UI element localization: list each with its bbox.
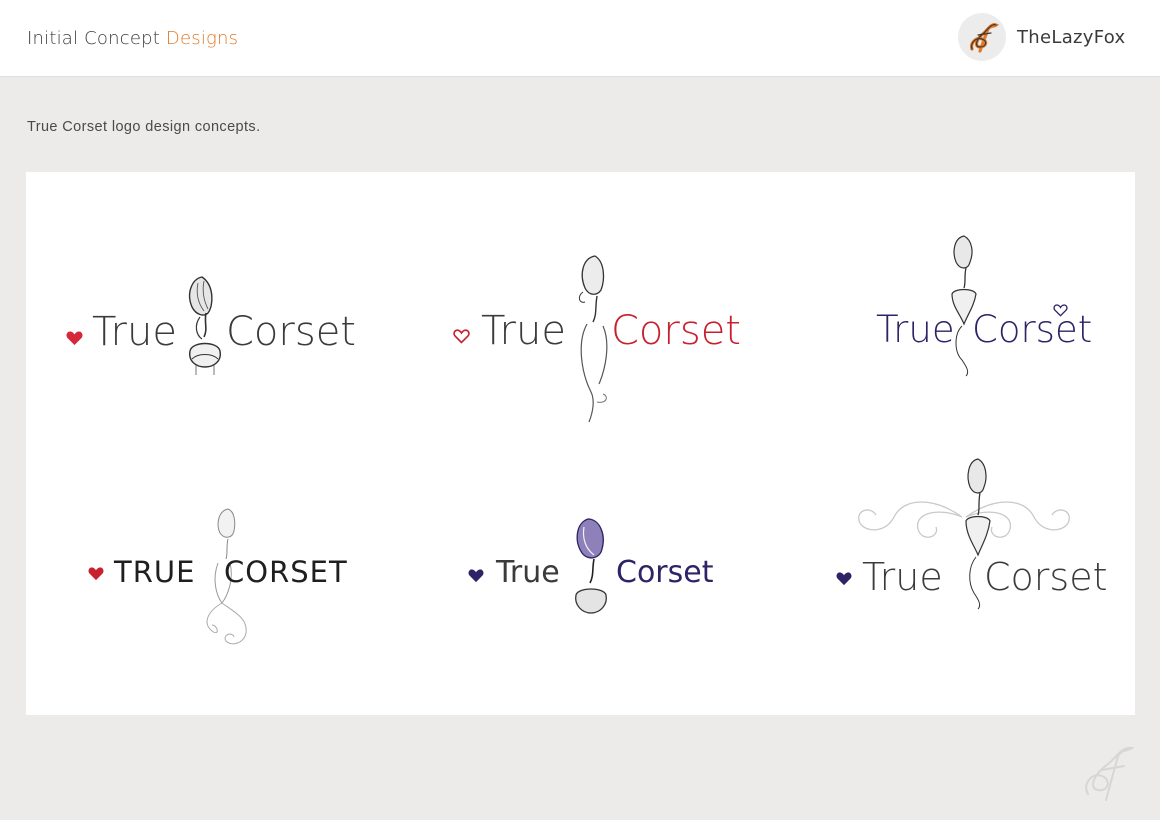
concept-6-word-corset: Corset bbox=[984, 555, 1108, 599]
filled-heart-icon bbox=[88, 567, 104, 581]
page-title: Initial Concept Designs bbox=[27, 28, 238, 49]
concept-6: True Corset bbox=[834, 457, 1108, 612]
outline-heart-icon bbox=[1053, 304, 1068, 317]
concept-5-word-true: True bbox=[496, 555, 560, 590]
corset-figure-icon bbox=[951, 235, 977, 377]
fox-f-logo-icon bbox=[958, 13, 1006, 61]
page-title-prefix: Initial Concept bbox=[27, 28, 160, 49]
filled-heart-icon bbox=[66, 331, 83, 345]
concepts-panel: True Corset True Corset True Corset TRUE… bbox=[26, 172, 1135, 715]
concept-4: TRUE CORSET bbox=[86, 507, 356, 657]
concept-4-word-corset: CORSET bbox=[224, 555, 348, 589]
filled-heart-icon bbox=[468, 569, 484, 583]
corset-figure-icon bbox=[575, 518, 607, 614]
concept-1: True Corset bbox=[66, 267, 366, 387]
concept-5: True Corset bbox=[468, 517, 738, 617]
concept-2-word-corset: Corset bbox=[611, 308, 741, 354]
corset-figure-icon bbox=[188, 276, 221, 375]
concept-1-word-corset: Corset bbox=[226, 309, 356, 355]
brand-name: TheLazyFox bbox=[1017, 26, 1126, 48]
concept-2: True Corset bbox=[451, 252, 751, 432]
fox-f-watermark-icon bbox=[1085, 746, 1135, 801]
outline-heart-icon bbox=[453, 329, 470, 344]
concept-5-word-corset: Corset bbox=[616, 555, 714, 590]
concept-3: True Corset bbox=[876, 234, 1092, 379]
brand: TheLazyFox bbox=[958, 13, 1125, 61]
concept-1-word-true: True bbox=[92, 309, 177, 355]
page-header: Initial Concept Designs TheLazyFox bbox=[0, 0, 1160, 77]
filled-heart-icon bbox=[836, 572, 852, 586]
concept-2-word-true: True bbox=[481, 308, 566, 354]
intro-text: True Corset logo design concepts. bbox=[27, 119, 261, 135]
page-title-accent: Designs bbox=[165, 28, 239, 49]
concept-6-word-true: True bbox=[862, 555, 943, 599]
concept-3-word-corset: Corset bbox=[972, 308, 1093, 351]
